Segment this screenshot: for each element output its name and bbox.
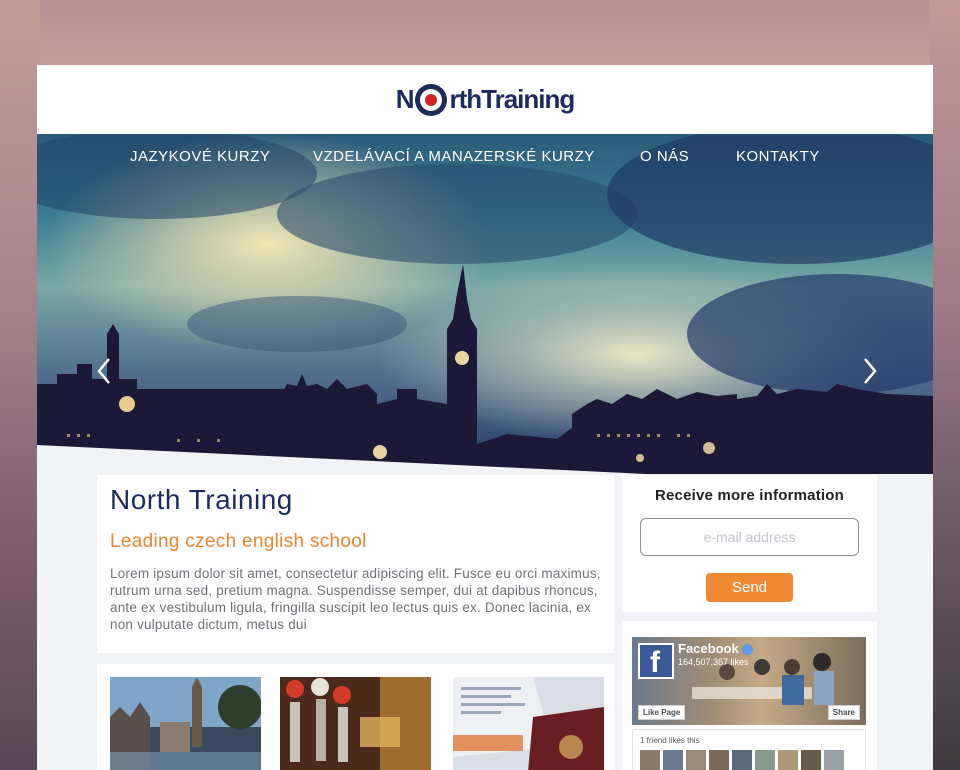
- send-button[interactable]: Send: [706, 573, 793, 602]
- avatar[interactable]: [778, 750, 798, 770]
- facebook-friends: 1 friend likes this: [632, 729, 866, 770]
- like-page-button[interactable]: Like Page: [638, 705, 686, 720]
- hero-slider: [37, 134, 933, 474]
- logo-letter-n: N: [395, 84, 415, 114]
- friend-avatars: [640, 750, 844, 770]
- avatar[interactable]: [686, 750, 706, 770]
- nav-item-about-us[interactable]: O NÁS: [640, 148, 689, 165]
- avatar[interactable]: [801, 750, 821, 770]
- intro-panel: North Training Leading czech english sch…: [97, 475, 614, 653]
- facebook-cover: f Facebook 164,507,367 likes Like Page S…: [632, 637, 866, 725]
- background-blur-left: [0, 0, 40, 770]
- london-skyline-image: [37, 134, 933, 474]
- card-image-passport: [453, 677, 604, 770]
- roundel-icon: [415, 83, 448, 116]
- card-pub[interactable]: [280, 677, 431, 770]
- avatar[interactable]: [824, 750, 844, 770]
- friends-like-text: 1 friend likes this: [640, 736, 700, 745]
- avatar[interactable]: [663, 750, 683, 770]
- nav-item-contacts[interactable]: KONTAKTY: [736, 148, 820, 165]
- nav-item-language-courses[interactable]: JAZYKOVÉ KURZY: [130, 148, 270, 165]
- website-mockup: N rth Training JAZYKOVÉ KURZY VZDELÁVACÍ…: [37, 65, 933, 770]
- slider-prev-button[interactable]: [95, 356, 115, 386]
- share-button[interactable]: Share: [827, 705, 860, 720]
- avatar[interactable]: [732, 750, 752, 770]
- avatar[interactable]: [640, 750, 660, 770]
- newsletter-signup: Receive more information Send: [622, 475, 877, 612]
- intro-text: Lorem ipsum dolor sit amet, consectetur …: [110, 566, 601, 632]
- facebook-likes-count: 164,507,367 likes: [678, 657, 749, 667]
- facebook-widget: f Facebook 164,507,367 likes Like Page S…: [622, 621, 877, 770]
- avatar[interactable]: [709, 750, 729, 770]
- card-image-london: [110, 677, 261, 770]
- chevron-left-icon: [97, 358, 110, 384]
- nav-item-education-management-courses[interactable]: VZDELÁVACÍ A MANAZERSKÉ KURZY: [313, 148, 595, 165]
- card-london[interactable]: [110, 677, 261, 770]
- header-bar: N rth Training: [37, 65, 933, 134]
- avatar[interactable]: [755, 750, 775, 770]
- page-subtitle: Leading czech english school: [110, 531, 367, 552]
- facebook-logo-icon[interactable]: f: [638, 643, 674, 679]
- main-navigation: JAZYKOVÉ KURZY VZDELÁVACÍ A MANAZERSKÉ K…: [37, 148, 933, 166]
- verified-badge-icon: [741, 644, 753, 656]
- facebook-page-name-text: Facebook: [678, 641, 739, 656]
- background-blur-right: [930, 0, 960, 770]
- logo-text-rth: rth: [449, 84, 482, 114]
- north-training-logo[interactable]: N rth Training: [396, 83, 575, 117]
- card-passport[interactable]: [453, 677, 604, 770]
- slider-next-button[interactable]: [859, 356, 879, 386]
- chevron-right-icon: [864, 358, 877, 384]
- email-field[interactable]: [640, 518, 859, 556]
- page-title: North Training: [110, 484, 293, 515]
- card-image-beer-taps: [280, 677, 431, 770]
- feature-cards: [97, 664, 614, 770]
- signup-title: Receive more information: [654, 487, 845, 504]
- logo-text-training: Training: [481, 84, 575, 114]
- facebook-page-name[interactable]: Facebook: [678, 641, 753, 656]
